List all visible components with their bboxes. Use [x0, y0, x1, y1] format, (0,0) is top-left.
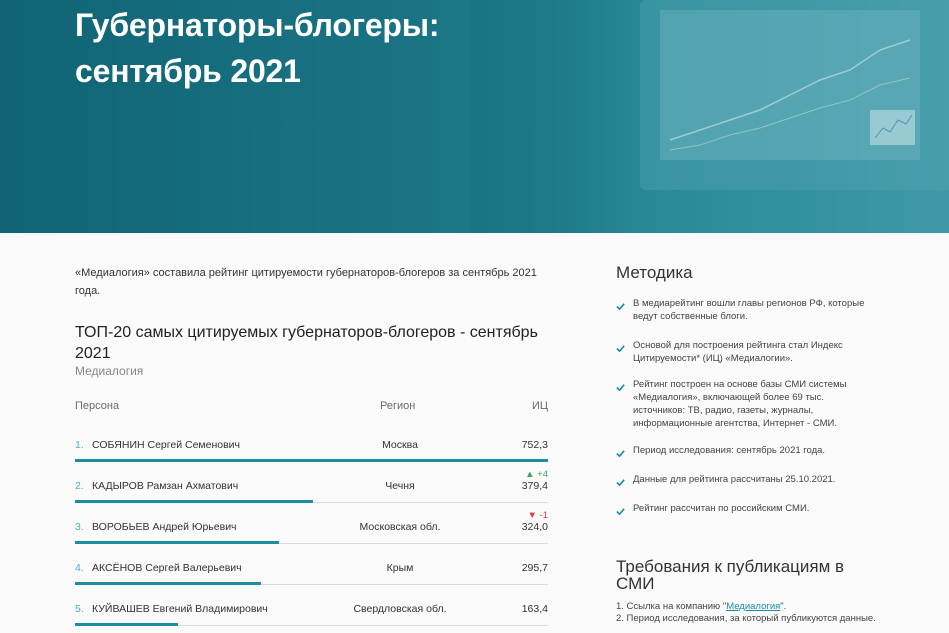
- rank-change-up: ▲ +4: [525, 469, 548, 480]
- rank-number: 3.: [75, 521, 84, 533]
- table-row: 1. СОБЯНИН Сергей Семенович Москва 752,3: [75, 421, 548, 462]
- hero-banner: Губернаторы-блогеры: сентябрь 2021: [0, 0, 949, 233]
- person-name: СОБЯНИН Сергей Семенович: [92, 439, 241, 451]
- region-name: Чечня: [385, 480, 415, 492]
- check-icon: [616, 508, 625, 516]
- methodology-text: Рейтинг рассчитан по российским СМИ.: [633, 503, 810, 514]
- page-title: Губернаторы-блогеры: сентябрь 2021: [75, 2, 440, 94]
- table-row: 2. КАДЫРОВ Рамзан Ахматович Чечня ▲ +4 3…: [75, 462, 548, 503]
- methodology-text: Период исследования: сентябрь 2021 года.: [633, 445, 826, 456]
- check-icon: [616, 384, 625, 392]
- table-row: 5. КУЙВАШЕВ Евгений Владимирович Свердло…: [75, 585, 548, 626]
- rank-number: 4.: [75, 562, 84, 574]
- methodology-item: Данные для рейтинга рассчитаны 25.10.202…: [616, 473, 876, 502]
- requirement-text: 1. Ссылка на компанию ": [616, 601, 727, 612]
- publication-requirements-list: 1. Ссылка на компанию "Медиалогия". 2. П…: [616, 601, 886, 625]
- person-name: АКСЁНОВ Сергей Валерьевич: [92, 562, 242, 574]
- ic-value: 324,0: [521, 521, 548, 533]
- header-ic: ИЦ: [531, 400, 548, 412]
- publication-requirements-title: Требования к публикациям в СМИ: [616, 557, 845, 593]
- methodology-list: В медиарейтинг вошли главы регионов РФ, …: [616, 297, 876, 531]
- person-name: КУЙВАШЕВ Евгений Владимирович: [92, 603, 268, 615]
- page-title-line2: сентябрь 2021: [75, 53, 301, 89]
- table-row: 3. ВОРОБЬЕВ Андрей Юрьевич Московская об…: [75, 503, 548, 544]
- requirement-text: 2. Период исследования, за который публи…: [616, 613, 876, 624]
- person-name: ВОРОБЬЕВ Андрей Юрьевич: [92, 521, 237, 533]
- requirement-item: 2. Период исследования, за который публи…: [616, 613, 886, 625]
- ic-value: 752,3: [521, 439, 548, 451]
- ranking-table: 1. СОБЯНИН Сергей Семенович Москва 752,3…: [75, 421, 548, 626]
- methodology-text: Данные для рейтинга рассчитаны 25.10.202…: [633, 474, 836, 485]
- hero-background-illustration: [470, 0, 949, 233]
- intro-text: «Медиалогия» составила рейтинг цитируемо…: [75, 267, 537, 297]
- methodology-text: В медиарейтинг вошли главы регионов РФ, …: [633, 298, 865, 322]
- check-icon: [616, 345, 625, 353]
- table-header: Персона Регион ИЦ: [75, 400, 548, 416]
- region-name: Москва: [382, 439, 418, 451]
- table-title: ТОП-20 самых цитируемых губернаторов-бло…: [75, 324, 538, 362]
- ic-value: 295,7: [521, 562, 548, 574]
- check-icon: [616, 303, 625, 311]
- methodology-text: Основой для построения рейтинга стал Инд…: [633, 340, 843, 364]
- table-source: Медиалогия: [75, 364, 144, 378]
- rank-change-down: ▼ -1: [527, 510, 549, 521]
- medialogia-link[interactable]: Медиалогия: [726, 601, 780, 612]
- region-name: Московская обл.: [359, 521, 441, 533]
- methodology-title: Методика: [616, 263, 693, 282]
- check-icon: [616, 450, 625, 458]
- ic-bar: [75, 623, 178, 626]
- header-region: Регион: [380, 400, 416, 412]
- rank-number: 2.: [75, 480, 84, 492]
- ic-value: 379,4: [521, 480, 548, 492]
- methodology-item: Период исследования: сентябрь 2021 года.: [616, 444, 876, 473]
- methodology-item: Основой для построения рейтинга стал Инд…: [616, 339, 876, 378]
- table-row: 4. АКСЁНОВ Сергей Валерьевич Крым 295,7: [75, 544, 548, 585]
- person-name: КАДЫРОВ Рамзан Ахматович: [92, 480, 239, 492]
- region-name: Крым: [386, 562, 414, 574]
- methodology-item: Рейтинг рассчитан по российским СМИ.: [616, 502, 876, 531]
- page-title-line1: Губернаторы-блогеры:: [75, 7, 440, 43]
- methodology-item: Рейтинг построен на основе базы СМИ сист…: [616, 378, 876, 444]
- methodology-text: Рейтинг построен на основе базы СМИ сист…: [633, 379, 847, 429]
- header-person: Персона: [75, 400, 120, 412]
- requirement-item: 1. Ссылка на компанию "Медиалогия".: [616, 601, 886, 613]
- rank-number: 1.: [75, 439, 84, 451]
- rank-number: 5.: [75, 603, 84, 615]
- check-icon: [616, 479, 625, 487]
- methodology-item: В медиарейтинг вошли главы регионов РФ, …: [616, 297, 876, 339]
- requirement-text-suffix: ".: [780, 601, 787, 612]
- ic-value: 163,4: [521, 603, 548, 615]
- region-name: Свердловская обл.: [353, 603, 447, 615]
